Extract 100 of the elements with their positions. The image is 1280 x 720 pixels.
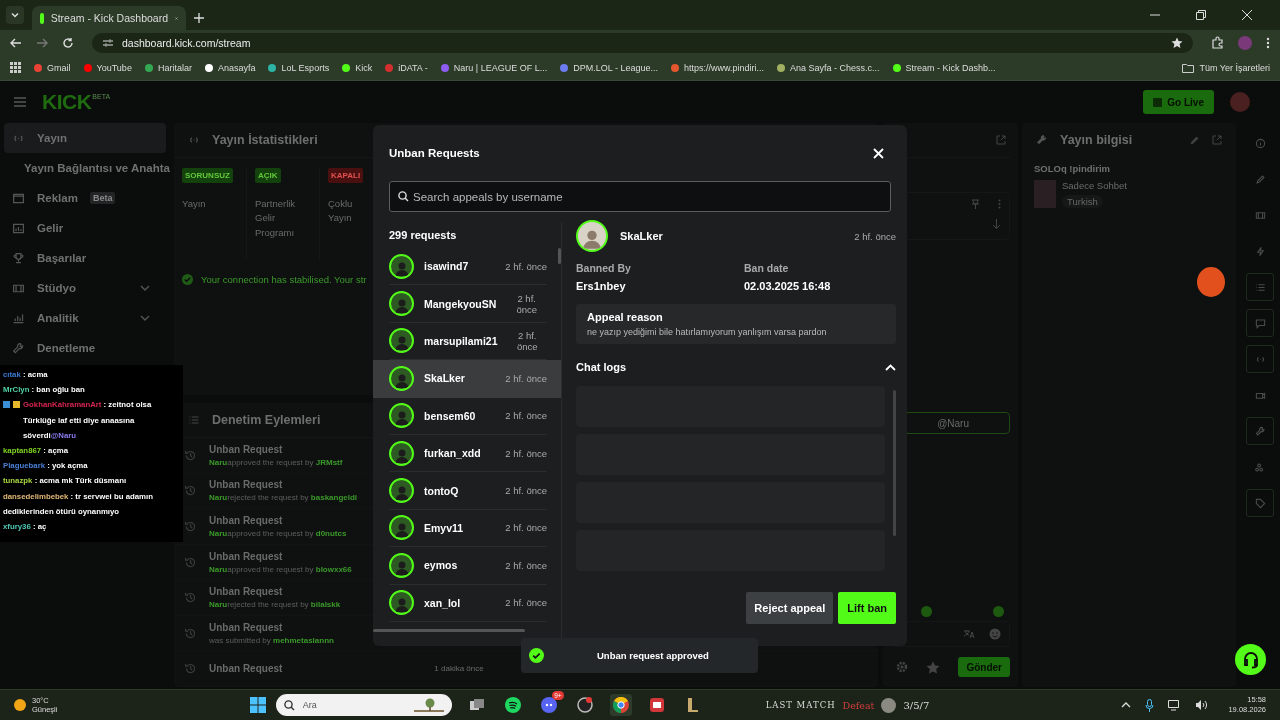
scrollbar[interactable] [373,629,525,632]
bookmark[interactable]: Haritalar [144,62,192,73]
tab-search-button[interactable] [6,6,24,24]
settings-icon[interactable] [896,661,909,673]
request-list-item[interactable]: Emyv11 2 hf. önce [389,509,547,548]
sidebar-item[interactable]: Gelir [4,213,166,243]
last-match-widget[interactable]: LAST MATCH Defeat 3/5/7 [765,697,930,713]
sidebar-item[interactable]: Başarılar [4,243,166,273]
restore-icon[interactable] [1196,10,1206,20]
lift-ban-button[interactable]: Lift ban [838,592,896,624]
apps-grid-icon[interactable] [10,62,21,73]
all-bookmarks[interactable]: Tüm Yer İşaretleri [1182,62,1270,73]
user-avatar [389,403,414,429]
request-time: 2 hf. önce [505,260,547,272]
volume-icon[interactable] [1195,699,1209,711]
support-button[interactable] [1235,644,1266,675]
bookmark[interactable]: https://www.pindiri... [670,62,764,73]
reload-icon[interactable] [62,36,74,49]
star-badge-icon[interactable] [926,660,941,674]
sidebar-item[interactable]: Reklam Beta [4,183,166,213]
request-list-item[interactable]: eymos 2 hf. önce [389,547,547,585]
address-field[interactable]: dashboard.kick.com/stream [92,32,1193,53]
taskbar-search-field[interactable]: Ara [275,694,452,716]
sidebar-item[interactable]: Stüdyo [4,273,166,303]
star-icon[interactable] [1171,36,1183,49]
stat-label: Çoklu Yayın [328,197,354,226]
request-list-item[interactable]: bensem60 2 hf. önce [389,397,547,435]
request-list-item[interactable]: MangekyouSN 2 hf. önce [389,285,547,323]
history-icon [184,448,197,462]
request-time: 2 hf. önce [515,292,538,315]
request-list-item[interactable]: SkaLker 2 hf. önce [373,360,561,398]
request-list-item[interactable]: tontoQ 2 hf. önce [389,472,547,510]
request-time: 2 hf. önce [505,447,547,459]
wrench-icon [12,341,25,355]
forward-arrow-icon[interactable] [36,36,48,49]
panel-toggle-button[interactable] [1246,309,1274,337]
search-field[interactable]: Search appeals by username [389,181,891,212]
extensions-icon[interactable] [1211,36,1224,49]
scrollbar[interactable] [558,248,561,264]
bookmark[interactable]: Ana Sayfa - Chess.c... [776,62,880,73]
action-title: Unban Request [209,550,284,562]
panel-toggle-button[interactable] [1246,489,1274,517]
bookmark[interactable]: DPM.LOL - League... [560,62,658,73]
request-list-item[interactable]: isawind7 2 hf. önce [389,248,547,286]
action-title: Unban Request [209,621,284,633]
connection-message: Your connection has stabilised. Your str [201,273,367,285]
close-icon[interactable] [1242,10,1252,20]
chat-logs-toggle[interactable]: Chat logs [576,356,896,378]
bookmark[interactable]: Naru | LEAGUE OF L... [440,62,548,73]
request-count: 299 requests [389,228,458,243]
pencil-icon[interactable] [1189,134,1200,146]
user-avatar [389,552,414,578]
request-time: 2 hf. önce [854,230,896,242]
emote-icon[interactable] [921,606,932,617]
emote-icon[interactable] [993,606,1004,617]
popout-icon[interactable] [996,135,1006,145]
bookmark[interactable]: Stream - Kick Dashb... [892,62,996,73]
bookmark[interactable]: Kick [342,62,373,73]
down-arrow-icon[interactable] [992,219,1001,229]
chevron-up-icon[interactable] [1121,702,1132,708]
request-list-item[interactable]: furkan_xdd 2 hf. önce [389,434,547,473]
menu-icon[interactable] [1266,36,1270,49]
ban-date-value: 02.03.2025 16:48 [744,280,832,292]
sidebar-item[interactable]: Denetleme [4,333,166,363]
bookmark[interactable]: LoL Esports [268,62,330,73]
bookmark[interactable]: YouTube [83,62,132,73]
status-badge: AÇIK [255,168,281,183]
microphone-icon[interactable] [1145,698,1155,712]
action-title: Unban Request [209,663,283,675]
bookmark[interactable]: Gmail [34,62,71,73]
request-list-item[interactable]: xan_lol 2 hf. önce [389,584,547,622]
network-icon[interactable] [1168,699,1182,711]
translate-icon[interactable] [963,629,975,639]
smiley-icon[interactable] [989,628,1001,640]
panel-toggle-button[interactable] [1246,417,1274,445]
popout-icon[interactable] [1212,135,1222,145]
user-avatar[interactable] [1230,92,1250,112]
profile-avatar[interactable] [1238,35,1252,50]
sidebar-label: Yayın [37,132,68,144]
bookmark[interactable]: Anasayfa [204,62,256,73]
browser-tab[interactable]: Stream - Kick Dashboard [32,6,186,30]
tree-landscape-icon [413,698,444,712]
panel-toggle-button[interactable] [1246,273,1274,301]
pin-icon[interactable] [971,199,980,209]
chevron-down-icon [10,10,20,20]
bookmark[interactable]: iDATA - [385,62,428,73]
scrollbar[interactable] [893,390,896,536]
back-arrow-icon[interactable] [10,36,22,49]
trophy-icon [12,251,25,265]
panel-toggle-button[interactable] [1246,345,1274,373]
sidebar-item[interactable]: Analitik [4,303,166,333]
action-title: Unban Request [209,586,284,598]
windows-start-icon[interactable] [249,697,266,713]
new-tab-icon[interactable] [194,13,204,23]
subscriber-badge-icon [3,401,10,409]
reject-appeal-button[interactable]: Reject appeal [746,592,834,624]
sidebar-label: Stüdyo [37,282,76,294]
browser-app-icon[interactable] [609,694,632,716]
user-avatar [389,515,414,541]
more-icon[interactable] [998,199,1001,209]
